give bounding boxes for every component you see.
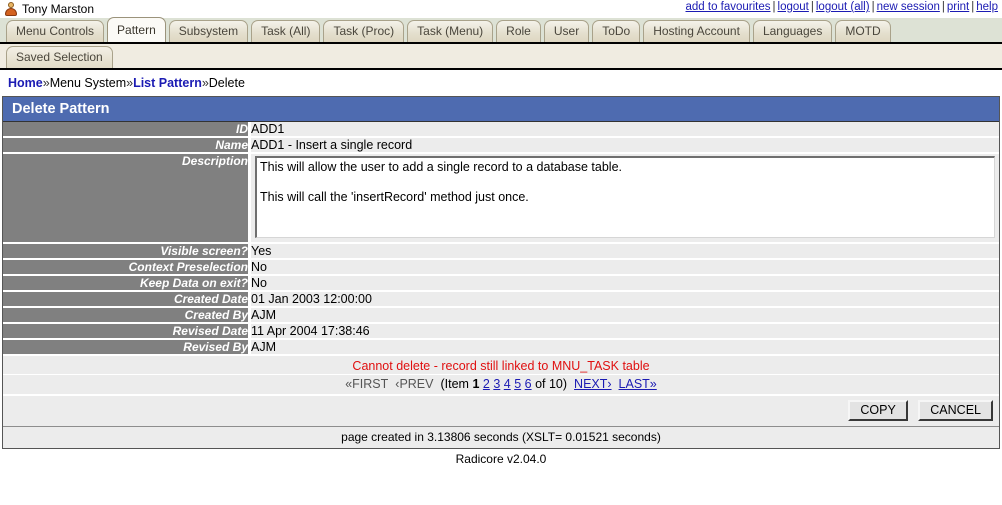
pagination-current-page: 1	[472, 377, 479, 391]
link-sep-1: |	[771, 1, 778, 13]
pagination: «FIRST ‹PREV (Item 1 2 3 4 5 6 of 10) NEXT›…	[3, 375, 999, 395]
main-panel: Delete Pattern ID ADD1 Name ADD1 - Inser…	[2, 96, 1000, 449]
field-value-revised-date: 11 Apr 2004 17:38:46	[250, 323, 1000, 339]
page-title: Delete Pattern	[3, 97, 999, 122]
link-new-session[interactable]: new session	[877, 1, 940, 13]
link-print[interactable]: print	[947, 1, 969, 13]
pagination-page-3[interactable]: 3	[493, 377, 500, 391]
nav-tab-row-primary: Menu Controls Pattern Subsystem Task (Al…	[0, 18, 1002, 44]
link-add-to-favourites[interactable]: add to favourites	[686, 1, 771, 13]
field-value-visible-screen: Yes	[250, 243, 1000, 259]
link-sep-4: |	[940, 1, 947, 13]
table-row: ID ADD1	[3, 122, 999, 137]
tab-hosting-account[interactable]: Hosting Account	[643, 20, 750, 42]
description-textarea[interactable]: This will allow the user to add a single…	[255, 156, 995, 238]
pagination-of-text: of 10)	[535, 377, 567, 391]
field-label-context-preselection: Context Preselection	[3, 259, 250, 275]
error-message: Cannot delete - record still linked to M…	[3, 356, 999, 375]
description-paragraph-2: This will call the 'insertRecord' method…	[260, 190, 991, 205]
link-help[interactable]: help	[976, 1, 998, 13]
user-block: Tony Marston	[2, 2, 94, 17]
tab-user[interactable]: User	[544, 20, 589, 42]
link-logout-all[interactable]: logout (all)	[816, 1, 870, 13]
description-paragraph-1: This will allow the user to add a single…	[260, 160, 991, 175]
table-row: Revised By AJM	[3, 339, 999, 355]
tab-task-menu[interactable]: Task (Menu)	[407, 20, 493, 42]
pagination-page-4[interactable]: 4	[504, 377, 511, 391]
tab-task-all[interactable]: Task (All)	[251, 20, 320, 42]
field-label-created-date: Created Date	[3, 291, 250, 307]
field-label-created-by: Created By	[3, 307, 250, 323]
field-label-description: Description	[3, 153, 250, 243]
field-value-keep-data-on-exit: No	[250, 275, 1000, 291]
field-label-revised-date: Revised Date	[3, 323, 250, 339]
message-zone: Cannot delete - record still linked to M…	[3, 356, 999, 448]
tab-subsystem[interactable]: Subsystem	[169, 20, 248, 42]
header-links: add to favourites|logout|logout (all)|ne…	[686, 1, 999, 13]
link-logout[interactable]: logout	[778, 1, 809, 13]
pagination-page-2[interactable]: 2	[483, 377, 490, 391]
page-timing: page created in 3.13806 seconds (XSLT= 0…	[3, 426, 999, 448]
pagination-page-6[interactable]: 6	[525, 377, 532, 391]
record-form: ID ADD1 Name ADD1 - Insert a single reco…	[3, 122, 999, 356]
top-bar: Tony Marston add to favourites|logout|lo…	[0, 0, 1002, 18]
user-avatar-icon	[4, 2, 18, 17]
field-value-description-cell: This will allow the user to add a single…	[250, 153, 1000, 243]
table-row: Keep Data on exit? No	[3, 275, 999, 291]
app-version: Radicore v2.04.0	[0, 449, 1002, 466]
table-row: Created By AJM	[3, 307, 999, 323]
table-row: Visible screen? Yes	[3, 243, 999, 259]
field-value-revised-by: AJM	[250, 339, 1000, 355]
table-row: Context Preselection No	[3, 259, 999, 275]
breadcrumb-sep-1: »	[43, 76, 50, 90]
table-row: Created Date 01 Jan 2003 12:00:00	[3, 291, 999, 307]
field-label-id: ID	[3, 122, 250, 137]
breadcrumb-item-home[interactable]: Home	[8, 76, 43, 90]
link-sep-2: |	[809, 1, 816, 13]
breadcrumb-sep-3: »	[202, 76, 209, 90]
table-row: Description This will allow the user to …	[3, 153, 999, 243]
field-label-visible-screen: Visible screen?	[3, 243, 250, 259]
field-value-id: ADD1	[250, 122, 1000, 137]
tab-todo[interactable]: ToDo	[592, 20, 640, 42]
pagination-first: «FIRST	[345, 377, 388, 391]
pagination-page-5[interactable]: 5	[514, 377, 521, 391]
link-sep-3: |	[870, 1, 877, 13]
tab-task-proc[interactable]: Task (Proc)	[323, 20, 404, 42]
pagination-next[interactable]: NEXT›	[574, 377, 612, 391]
tab-menu-controls[interactable]: Menu Controls	[6, 20, 104, 42]
user-name: Tony Marston	[22, 2, 94, 16]
tab-motd[interactable]: MOTD	[835, 20, 890, 42]
breadcrumb-item-list-pattern[interactable]: List Pattern	[133, 76, 202, 90]
field-label-name: Name	[3, 137, 250, 153]
table-row: Name ADD1 - Insert a single record	[3, 137, 999, 153]
tab-pattern[interactable]: Pattern	[107, 17, 166, 42]
breadcrumb-item-menu-system: Menu System	[50, 76, 126, 90]
table-row: Revised Date 11 Apr 2004 17:38:46	[3, 323, 999, 339]
field-label-revised-by: Revised By	[3, 339, 250, 355]
pagination-last[interactable]: LAST»	[619, 377, 657, 391]
field-value-context-preselection: No	[250, 259, 1000, 275]
pagination-item-prefix: (Item	[440, 377, 468, 391]
button-bar: COPY CANCEL	[3, 395, 999, 426]
field-value-created-by: AJM	[250, 307, 1000, 323]
copy-button[interactable]: COPY	[848, 400, 907, 421]
tab-saved-selection[interactable]: Saved Selection	[6, 46, 113, 68]
field-label-keep-data-on-exit: Keep Data on exit?	[3, 275, 250, 291]
breadcrumb: Home»Menu System»List Pattern»Delete	[0, 70, 1002, 96]
nav-tab-row-secondary: Saved Selection	[0, 44, 1002, 70]
field-value-name: ADD1 - Insert a single record	[250, 137, 1000, 153]
pagination-prev: ‹PREV	[395, 377, 433, 391]
cancel-button[interactable]: CANCEL	[918, 400, 993, 421]
tab-role[interactable]: Role	[496, 20, 541, 42]
breadcrumb-item-delete: Delete	[209, 76, 245, 90]
tab-languages[interactable]: Languages	[753, 20, 832, 42]
field-value-created-date: 01 Jan 2003 12:00:00	[250, 291, 1000, 307]
